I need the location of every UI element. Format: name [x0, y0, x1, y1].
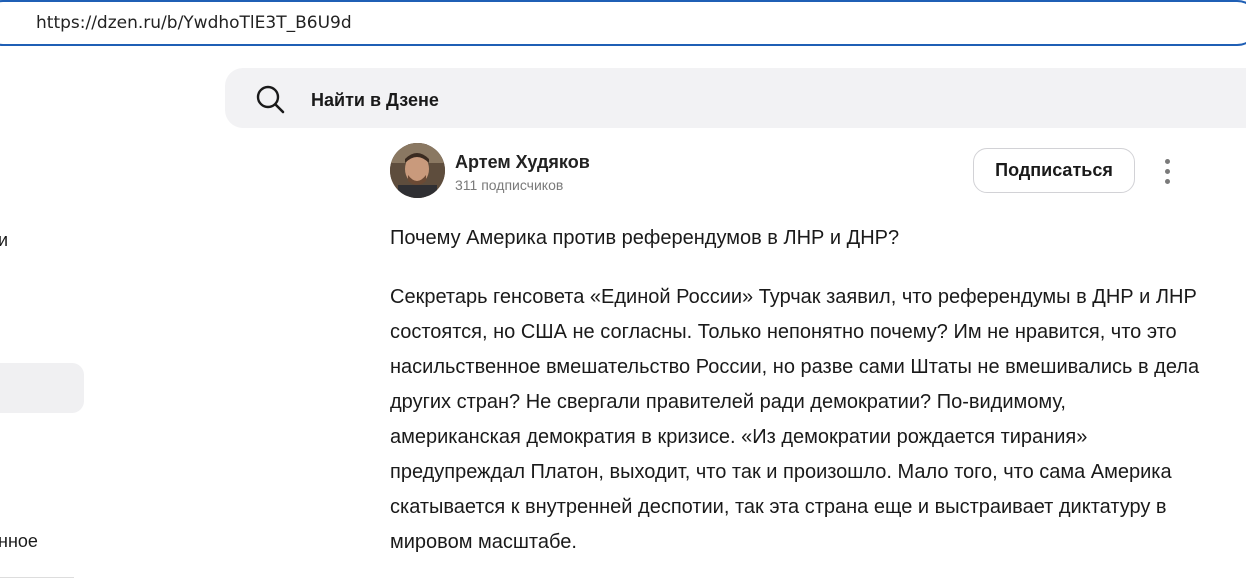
url-text[interactable]: https://dzen.ru/b/YwdhoTlE3T_B6U9d: [36, 13, 352, 33]
sidebar-item-label[interactable]: и: [0, 230, 8, 251]
subscribe-button[interactable]: Подписаться: [973, 148, 1135, 193]
sidebar-item-label[interactable]: нное: [0, 531, 38, 552]
article-title: Почему Америка против референдумов в ЛНР…: [390, 227, 900, 249]
site-info-icon[interactable]: [0, 16, 2, 32]
more-options-icon[interactable]: [1155, 155, 1179, 187]
author-name[interactable]: Артем Худяков: [455, 152, 590, 173]
dot: [1164, 178, 1170, 184]
search-icon: [256, 85, 285, 114]
subscriber-count: 311 подписчиков: [455, 177, 564, 193]
search-bar[interactable]: Найти в Дзене: [225, 68, 1246, 128]
avatar-photo: [390, 143, 445, 198]
article-body: Секретарь генсовета «Единой России» Турч…: [390, 286, 1200, 553]
sidebar-item-active[interactable]: [0, 363, 84, 413]
sidebar-divider: [0, 577, 74, 578]
dot: [1164, 168, 1170, 174]
dot: [1164, 158, 1170, 164]
search-input[interactable]: Найти в Дзене: [311, 90, 439, 111]
avatar[interactable]: [390, 143, 445, 198]
